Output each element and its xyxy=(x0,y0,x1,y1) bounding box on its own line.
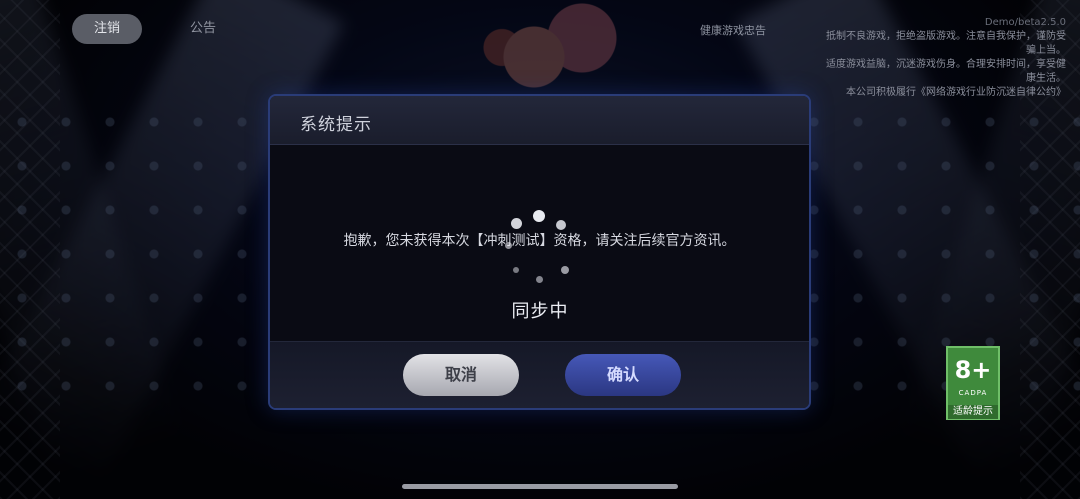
age-rating-tip: 适龄提示 xyxy=(948,405,998,419)
age-rating-number: 8+ xyxy=(954,356,992,384)
spinner-dot xyxy=(561,266,569,274)
age-rating-badge[interactable]: 8+ CADPA 适龄提示 xyxy=(946,346,1000,420)
dialog-title: 系统提示 xyxy=(300,115,372,135)
spinner-dot xyxy=(513,267,519,273)
loading-spinner-icon xyxy=(503,210,577,290)
home-indicator[interactable] xyxy=(402,484,678,489)
dialog-footer xyxy=(270,341,809,408)
spinner-dot xyxy=(536,276,543,283)
notice-line: 本公司积极履行《网络游戏行业防沉迷自律公约》 xyxy=(846,87,1066,98)
anti-addiction-notice: Demo/beta2.5.0 抵制不良游戏，拒绝盗版游戏。注意自我保护，谨防受骗… xyxy=(826,16,1066,100)
confirm-button[interactable]: 确认 xyxy=(565,354,681,396)
spinner-dot xyxy=(556,220,566,230)
legal-footer xyxy=(300,418,780,462)
health-notice-link[interactable]: 健康游戏忠告 xyxy=(700,22,766,38)
spinner-dot xyxy=(511,218,522,229)
notice-line: 适度游戏益脑，沉迷游戏伤身。合理安排时间，享受健康生活。 xyxy=(826,59,1066,84)
logout-button[interactable]: 注销 xyxy=(72,14,142,44)
announcement-button[interactable]: 公告 xyxy=(168,14,238,44)
age-rating-brand: CADPA xyxy=(958,389,988,397)
cancel-button[interactable]: 取消 xyxy=(403,354,519,396)
sync-status-text: 同步中 xyxy=(511,301,569,322)
version-label: Demo/beta2.5.0 xyxy=(984,17,1066,28)
notice-line: 抵制不良游戏，拒绝盗版游戏。注意自我保护，谨防受骗上当。 xyxy=(826,31,1066,56)
spinner-dot xyxy=(533,210,545,222)
spinner-dot xyxy=(505,242,512,249)
